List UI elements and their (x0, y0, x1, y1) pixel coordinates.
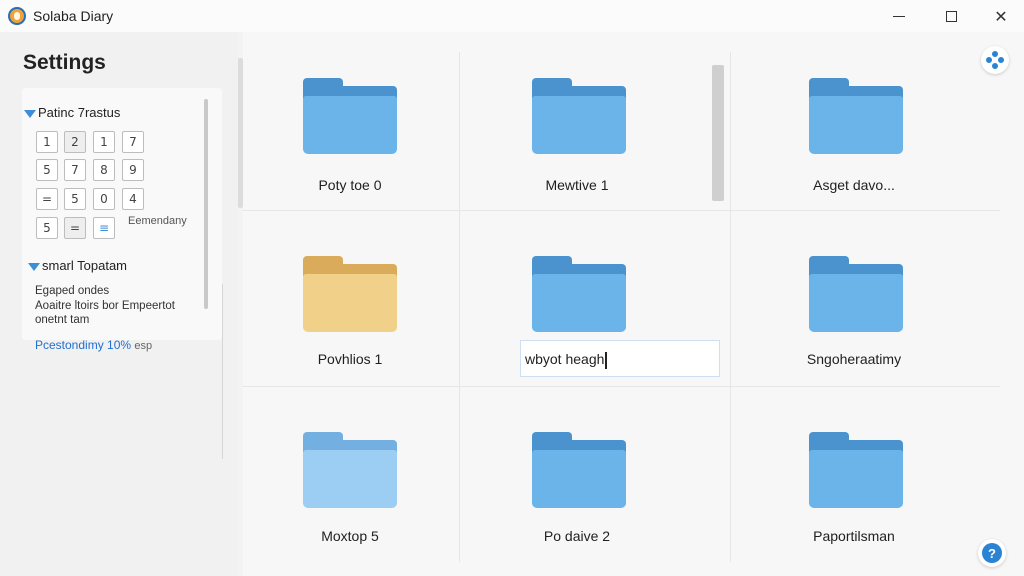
help-button[interactable]: ? (978, 539, 1006, 567)
folder-icon (532, 432, 626, 508)
folder-label: Po daive 2 (543, 528, 611, 544)
app-logo-icon (8, 7, 26, 25)
chevron-down-icon (28, 262, 40, 271)
folder-label: Sngoheraatimy (806, 351, 902, 367)
folder-item[interactable]: Povhlios 1 (235, 240, 465, 390)
title-bar: Solaba Diary ✕ (0, 0, 1024, 32)
apps-button[interactable] (981, 46, 1009, 74)
window-title: Solaba Diary (33, 8, 114, 24)
keypad-key[interactable]: 5 (36, 159, 58, 181)
close-button[interactable]: ✕ (978, 0, 1024, 32)
folder-icon (809, 432, 903, 508)
text-cursor (605, 351, 607, 369)
minimize-icon (893, 15, 905, 17)
keypad-key[interactable]: 5 (36, 217, 58, 239)
section-label: Patinc 7rastus (38, 105, 121, 120)
description-line: onetnt tam (35, 314, 90, 326)
folder-icon (532, 78, 626, 154)
keypad-legend: Eemendany (128, 215, 187, 227)
link-label: Pcestondimy 10% (35, 338, 132, 352)
keypad-key[interactable]: 7 (122, 131, 144, 153)
folder-icon (809, 256, 903, 332)
maximize-icon (945, 10, 957, 22)
keypad-key[interactable]: 1 (93, 131, 115, 153)
keypad-key[interactable]: ≡ (93, 217, 115, 239)
folder-item[interactable]: Paportilsman (739, 416, 969, 566)
folder-rename-input[interactable]: wbyot heagh (520, 340, 720, 377)
folder-label: Povhlios 1 (317, 351, 383, 367)
description-line: Aoaitre ltoirs bor Empeertot (35, 300, 175, 312)
folder-label: Asget davo... (813, 177, 895, 193)
folder-icon (809, 78, 903, 154)
folder-item[interactable]: Poty toe 0 (235, 62, 465, 212)
maximize-button[interactable] (928, 0, 974, 32)
folder-item[interactable]: Mewtive 1 (462, 62, 692, 212)
content-scrollbar[interactable] (712, 65, 724, 201)
keypad-key[interactable]: 7 (64, 159, 86, 181)
keypad-key[interactable]: 1 (36, 131, 58, 153)
folder-item[interactable]: Asget davo... (739, 62, 969, 212)
keypad-key[interactable]: 8 (93, 159, 115, 181)
folder-icon (303, 432, 397, 508)
minimize-button[interactable] (876, 0, 922, 32)
folder-item[interactable]: Sngoheraatimy (739, 240, 969, 390)
close-icon: ✕ (994, 6, 1008, 26)
rename-text: wbyot heagh (525, 351, 605, 367)
folder-label: Paportilsman (813, 528, 895, 544)
keypad-key[interactable]: 5 (64, 188, 86, 210)
keypad-key[interactable]: 0 (93, 188, 115, 210)
folder-item[interactable]: Po daive 2 (462, 416, 692, 566)
keypad-key[interactable]: 9 (122, 159, 144, 181)
keypad-key[interactable]: = (64, 217, 86, 239)
keypad-key[interactable]: 4 (122, 188, 144, 210)
folder-label: Poty toe 0 (318, 177, 382, 193)
section-label: smarl Topatam (42, 258, 128, 273)
panel-scrollbar[interactable] (204, 99, 208, 309)
link-suffix: esp (134, 340, 153, 352)
description-line: Egaped ondes (35, 285, 110, 297)
keypad-key[interactable]: = (36, 188, 58, 210)
section-header-topatam[interactable]: smarl Topatam (28, 258, 127, 273)
folder-item[interactable]: Moxtop 5 (235, 416, 465, 566)
sidebar-divider (222, 284, 230, 459)
folder-icon (303, 78, 397, 154)
folder-label: Mewtive 1 (545, 177, 609, 193)
folder-label: Moxtop 5 (321, 528, 379, 544)
settings-link[interactable]: Pcestondimy 10% esp (35, 338, 152, 352)
keypad-key[interactable]: 2 (64, 131, 86, 153)
grid-divider (730, 52, 731, 562)
section-header-keys[interactable]: Patinc 7rastus (24, 105, 120, 120)
folder-icon (532, 256, 626, 332)
help-icon: ? (982, 543, 1002, 563)
apps-icon (986, 51, 1004, 69)
settings-title: Settings (23, 51, 106, 74)
chevron-down-icon (24, 109, 36, 118)
folder-icon (303, 256, 397, 332)
